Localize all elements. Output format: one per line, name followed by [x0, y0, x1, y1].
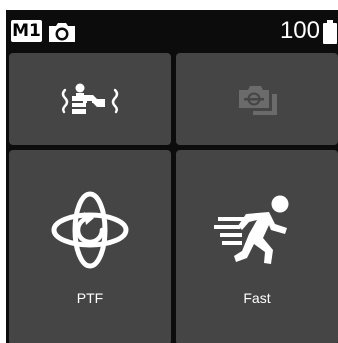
follow-mode-tile[interactable]	[9, 53, 171, 145]
ptf-mode-tile[interactable]: PTF	[9, 150, 171, 343]
fast-label: Fast	[243, 290, 271, 306]
ptf-label: PTF	[76, 290, 104, 306]
ptf-rotation-icon	[51, 191, 129, 269]
fast-mode-tile[interactable]: Fast	[176, 150, 338, 343]
battery-percent: 100	[279, 17, 320, 44]
status-bar: M1 100	[6, 10, 338, 50]
camera-mount-icon	[239, 86, 277, 115]
camera-mount-tile[interactable]	[176, 53, 338, 145]
gimbal-screen: M1 100 PTF Fast	[6, 10, 338, 343]
mode-badge: M1	[11, 20, 42, 42]
fast-runner-icon	[214, 195, 289, 264]
battery-icon	[323, 20, 337, 44]
camera-icon	[49, 23, 75, 42]
gimbal-follow-icon	[61, 83, 119, 114]
